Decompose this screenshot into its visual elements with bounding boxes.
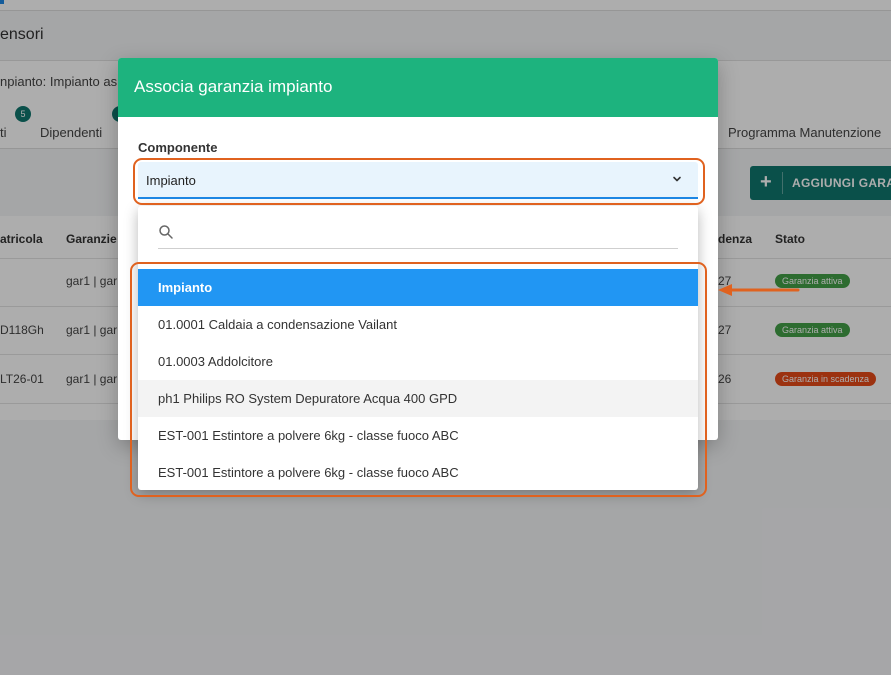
dropdown-search bbox=[158, 216, 678, 249]
arrow-left-icon bbox=[718, 284, 800, 296]
search-input[interactable] bbox=[184, 220, 678, 246]
search-icon bbox=[159, 225, 173, 239]
component-field-label: Componente bbox=[138, 140, 218, 155]
highlight-select-box bbox=[133, 158, 705, 205]
dialog-title: Associa garanzia impianto bbox=[134, 77, 333, 96]
highlight-options-list bbox=[130, 262, 707, 497]
dialog-header: Associa garanzia impianto bbox=[118, 58, 718, 117]
